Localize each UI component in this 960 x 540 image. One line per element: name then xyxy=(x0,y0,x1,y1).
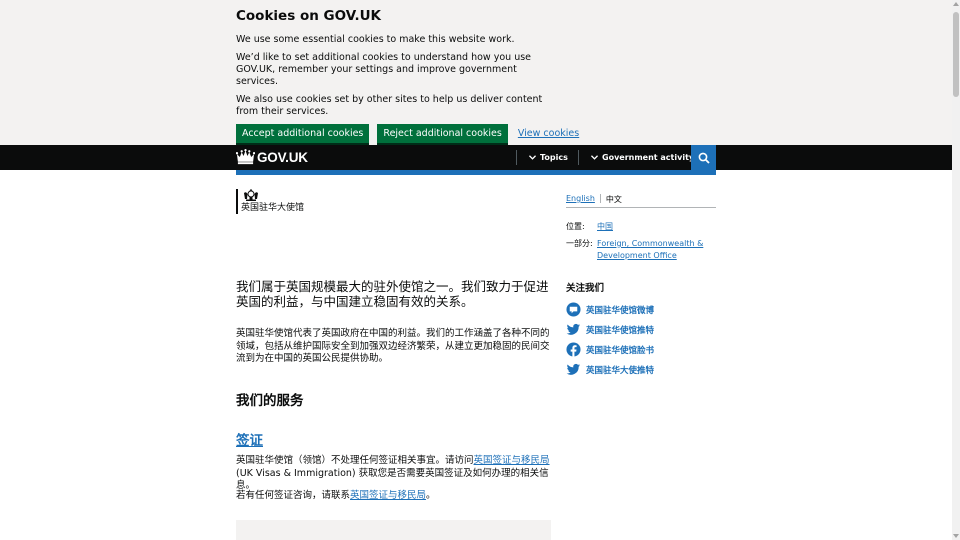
search-button[interactable] xyxy=(691,145,716,170)
lang-english-link[interactable]: English xyxy=(566,194,601,203)
scrollbar-thumb[interactable] xyxy=(953,12,959,97)
header-blue-rule xyxy=(236,170,716,175)
cookie-banner-text: We’d like to set additional cookies to u… xyxy=(236,52,532,87)
royal-crest-icon xyxy=(244,189,258,201)
govuk-logo-link[interactable]: GOV.UK xyxy=(236,149,308,165)
chevron-down-icon xyxy=(591,155,598,160)
lang-current-chinese: 中文 xyxy=(605,195,622,204)
social-link-label[interactable]: 英国驻华大使推特 xyxy=(586,364,654,376)
cookie-banner-text: We use some essential cookies to make th… xyxy=(236,34,515,45)
cookie-banner-title: Cookies on GOV.UK xyxy=(236,8,381,24)
page-scrollbar[interactable] xyxy=(952,0,960,540)
visa-contact-paragraph: 若有任何签证咨询，请联系英国签证与移民局。 xyxy=(236,490,551,503)
visa-paragraph: 英国驻华使馆（领馆）不处理任何签证相关事宜。请访问英国签证与移民局(UK Vis… xyxy=(236,455,551,493)
ukvi-contact-link[interactable]: 英国签证与移民局 xyxy=(350,490,426,501)
nav-topics-button[interactable]: Topics xyxy=(529,145,568,170)
lead-paragraph: 我们属于英国规模最大的驻外使馆之一。我们致力于促进英国的利益，与中国建立稳固有效… xyxy=(236,279,549,309)
facebook-icon xyxy=(566,342,581,357)
inset-panel xyxy=(236,520,551,540)
nav-divider xyxy=(516,150,517,165)
social-link-weibo[interactable]: 英国驻华使馆微博 xyxy=(566,302,654,317)
social-link-label[interactable]: 英国驻华使馆微博 xyxy=(586,304,654,316)
nav-topics-label: Topics xyxy=(540,153,568,162)
nav-government-activity-label: Government activity xyxy=(602,153,695,162)
social-link-label[interactable]: 英国驻华使馆脸书 xyxy=(586,344,654,356)
social-link-twitter[interactable]: 英国驻华使馆推特 xyxy=(566,322,654,337)
nav-government-activity-button[interactable]: Government activity xyxy=(591,145,694,170)
language-switcher: English 中文 xyxy=(566,194,716,208)
chevron-down-icon xyxy=(529,155,536,160)
location-link[interactable]: 中国 xyxy=(597,221,613,233)
search-icon xyxy=(698,152,710,164)
cookie-banner-text: We also use cookies set by other sites t… xyxy=(236,94,543,117)
weibo-icon xyxy=(566,302,581,317)
organisation-logo[interactable]: 英国驻华大使馆 xyxy=(236,189,304,214)
part-of-metadata: 一部分: Foreign, Commonwealth & Development… xyxy=(566,238,717,262)
intro-paragraph: 英国驻华使馆代表了英国政府在中国的利益。我们的工作涵盖了各种不同的领域，包括从维… xyxy=(236,328,550,364)
social-link-twitter-ambassador[interactable]: 英国驻华大使推特 xyxy=(566,362,654,377)
organisation-name: 英国驻华大使馆 xyxy=(241,203,305,213)
location-metadata: 位置: 中国 xyxy=(566,221,613,233)
scroll-up-arrow-icon[interactable] xyxy=(953,2,959,6)
social-link-facebook[interactable]: 英国驻华使馆脸书 xyxy=(566,342,654,357)
scroll-down-arrow-icon[interactable] xyxy=(953,534,959,538)
location-label: 位置: xyxy=(566,222,585,231)
visa-contact-text: 若有任何签证咨询，请联系 xyxy=(236,490,351,501)
crown-icon xyxy=(236,149,255,165)
twitter-icon xyxy=(566,363,581,375)
nav-divider xyxy=(578,150,579,165)
services-heading: 我们的服务 xyxy=(236,393,304,409)
part-of-label: 一部分: xyxy=(566,239,593,248)
cookie-banner: Cookies on GOV.UK We use some essential … xyxy=(0,0,952,145)
govuk-logo-text: GOV.UK xyxy=(257,149,308,165)
visa-text: 英国驻华使馆（领馆）不处理任何签证相关事宜。请访问 xyxy=(236,455,474,466)
twitter-icon xyxy=(566,323,581,335)
visa-contact-text: 。 xyxy=(426,490,436,501)
ukvi-link[interactable]: 英国签证与移民局 xyxy=(474,455,550,466)
accept-cookies-button[interactable]: Accept additional cookies xyxy=(236,124,370,143)
social-link-label[interactable]: 英国驻华使馆推特 xyxy=(586,324,654,336)
view-cookies-link[interactable]: View cookies xyxy=(518,128,579,139)
site-header: GOV.UK Topics Government activity xyxy=(0,145,952,170)
visa-heading-link[interactable]: 签证 xyxy=(236,429,263,449)
follow-us-heading: 关注我们 xyxy=(566,283,605,294)
fcdo-link[interactable]: Foreign, Commonwealth & Development Offi… xyxy=(597,238,717,262)
reject-cookies-button[interactable]: Reject additional cookies xyxy=(377,124,508,143)
visa-text: (UK Visas & Immigration) 获取您是否需要英国签证及如何办… xyxy=(236,467,549,492)
